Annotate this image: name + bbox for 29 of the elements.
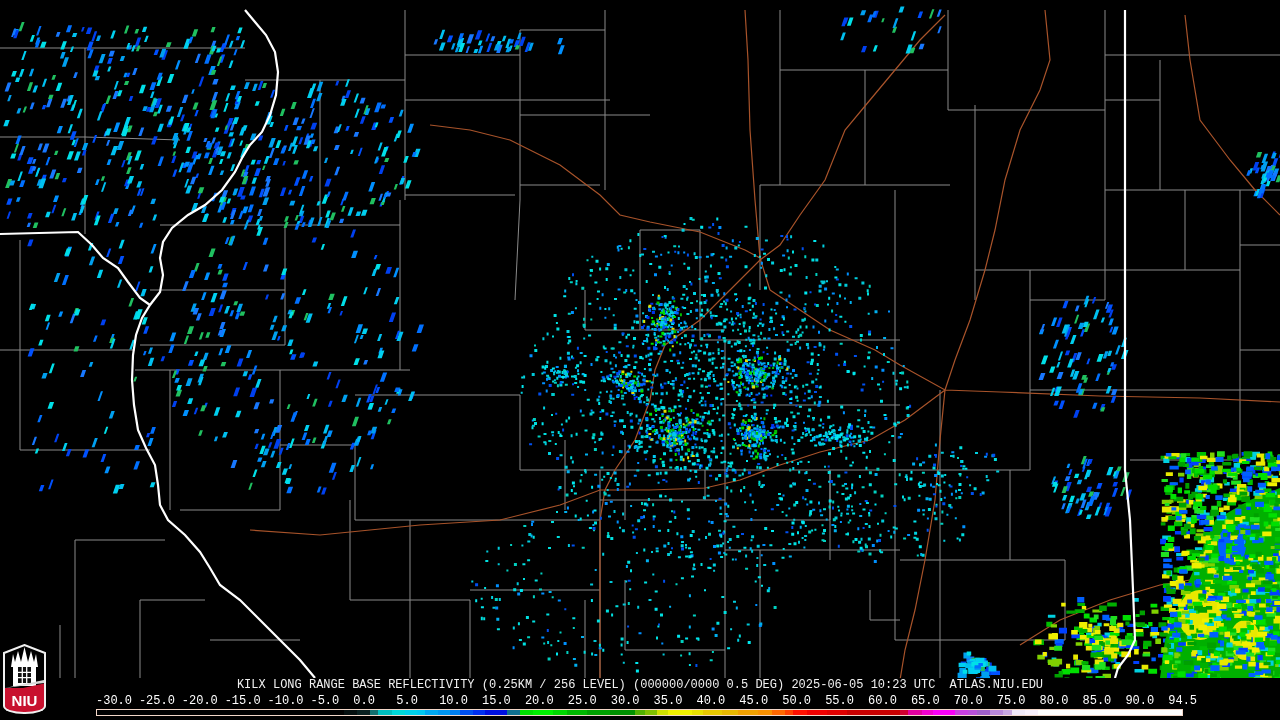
- scale-label: 65.0: [910, 695, 941, 707]
- scale-label: 20.0: [524, 695, 555, 707]
- tower-shield-icon: [3, 644, 46, 688]
- scale-label: -5.0: [310, 695, 341, 707]
- source-url: ATLAS.NIU.EDU: [949, 678, 1044, 692]
- scale-label: 75.0: [996, 695, 1027, 707]
- scale-label: 60.0: [868, 695, 898, 707]
- scale-label: 55.0: [825, 695, 855, 707]
- scale-label: -10.0: [267, 695, 305, 707]
- scale-label: 94.5: [1168, 695, 1199, 707]
- scale-label: 70.0: [953, 695, 984, 707]
- scale-label: 40.0: [696, 695, 727, 707]
- scale-label: 5.0: [396, 695, 419, 707]
- scale-label: 50.0: [782, 695, 813, 707]
- scale-label: 0.0: [353, 695, 376, 707]
- scale-label: 30.0: [610, 695, 641, 707]
- scale-label: 35.0: [653, 695, 684, 707]
- scale-label: 45.0: [739, 695, 770, 707]
- scale-label: -30.0: [96, 695, 133, 707]
- scale-label: -25.0: [138, 695, 176, 707]
- scale-label: 80.0: [1039, 695, 1070, 707]
- scale-label: 90.0: [1125, 695, 1156, 707]
- radar-product-title: KILX LONG RANGE BASE REFLECTIVITY (0.25KM / 256 LEVEL) (000000/0000 0.5 DEG) 2025-06-05 10:23 UTC: [236, 678, 936, 692]
- scale-label: 10.0: [439, 695, 469, 707]
- scale-label: -20.0: [181, 695, 219, 707]
- scale-label: -15.0: [224, 695, 262, 707]
- scale-label: 25.0: [567, 695, 598, 707]
- scale-label: 15.0: [482, 695, 512, 707]
- scale-label: 85.0: [1082, 695, 1113, 707]
